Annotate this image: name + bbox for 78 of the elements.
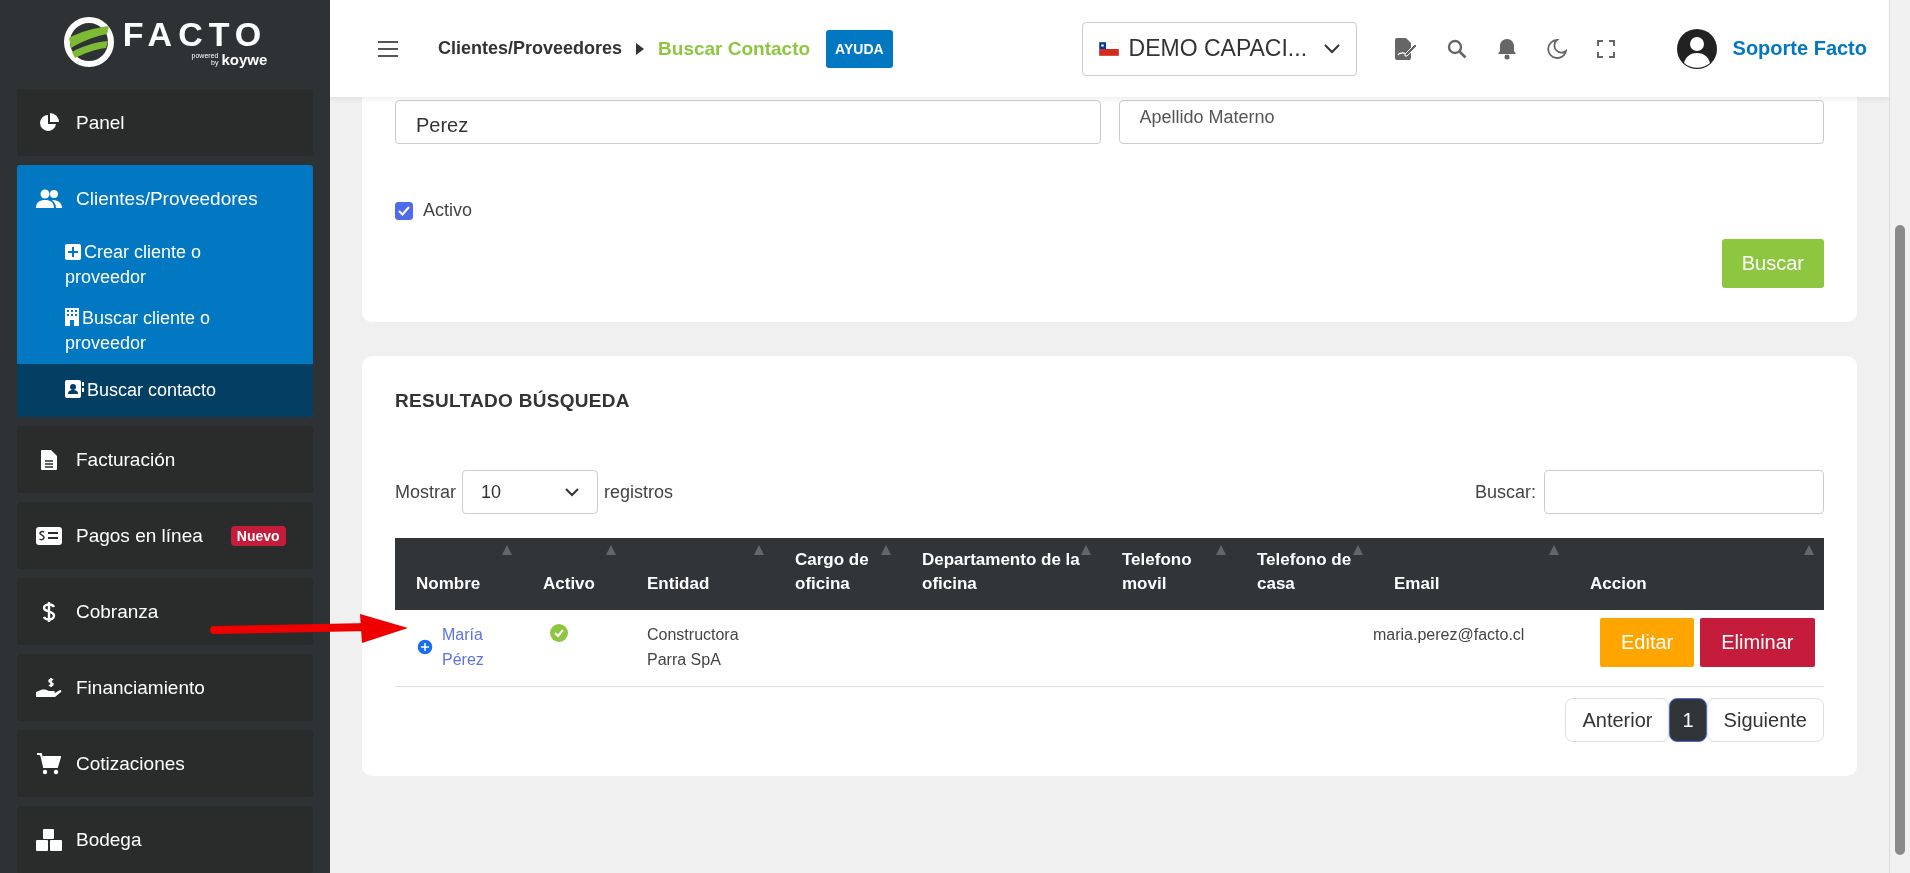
flag-icon: [1098, 41, 1119, 56]
company-select[interactable]: DEMO CAPACI...: [1081, 21, 1357, 76]
bell-icon[interactable]: [1496, 37, 1517, 60]
fullscreen-icon[interactable]: [1596, 39, 1615, 58]
contact-card-icon: [65, 380, 84, 398]
column-header[interactable]: Telefono de casa: [1236, 538, 1373, 610]
search-field[interactable]: [1544, 470, 1824, 514]
contact-name-link[interactable]: María Pérez: [442, 622, 502, 672]
breadcrumb-link[interactable]: Clientes/Proveedores: [438, 38, 623, 59]
avatar-icon[interactable]: [1676, 28, 1717, 69]
table-cell: maria.perez@facto.cl: [1373, 610, 1569, 687]
sidebar-item[interactable]: Clientes/Proveedores: [17, 165, 313, 232]
new-badge: Nuevo: [230, 525, 286, 546]
sort-icon: [1804, 545, 1814, 555]
caret-icon: [636, 42, 645, 55]
cart-icon: [37, 752, 61, 775]
building-icon: [65, 308, 79, 326]
sidebar-item[interactable]: Pagos en línea Nuevo: [17, 502, 313, 569]
delete-button[interactable]: Eliminar: [1700, 618, 1815, 667]
sidebar-item[interactable]: Panel: [17, 89, 313, 156]
document-icon: [41, 449, 57, 470]
brand-name: FACTO: [122, 16, 268, 51]
partner-name: koywe: [221, 50, 268, 68]
section-title: RESULTADO BÚSQUEDA: [395, 390, 631, 412]
column-header[interactable]: Cargo de oficina: [774, 538, 901, 610]
sort-icon: [754, 545, 764, 555]
page-size-select[interactable]: 10: [462, 470, 598, 514]
pagination-button[interactable]: Siguiente: [1706, 698, 1824, 742]
column-header[interactable]: Telefono movil: [1101, 538, 1236, 610]
chevron-icon: [1323, 43, 1340, 54]
column-header[interactable]: Email: [1373, 538, 1569, 610]
column-header[interactable]: Accion: [1569, 538, 1824, 610]
sort-icon: [1549, 545, 1559, 555]
input-field[interactable]: Apellido Materno: [1118, 100, 1824, 144]
users-icon: [36, 188, 62, 209]
menu-icon[interactable]: [378, 40, 398, 57]
swoosh-logo-icon: [62, 16, 115, 68]
search-label: Buscar:: [1474, 481, 1536, 503]
sort-icon: [1216, 545, 1226, 555]
table-cell: Constructora Parra SpA: [626, 610, 774, 687]
sort-icon: [502, 545, 512, 555]
checkbox-label: Activo: [423, 200, 473, 221]
column-header[interactable]: Entidad: [626, 538, 774, 610]
sidebar-subitem[interactable]: Buscar cliente o proveedor: [17, 298, 313, 364]
checkbox[interactable]: [395, 201, 413, 220]
pagination-button[interactable]: Anterior: [1565, 698, 1670, 742]
pie-chart-icon: [39, 112, 59, 133]
sidebar-subitem[interactable]: Buscar contacto: [17, 364, 313, 417]
pagination-button[interactable]: 1: [1669, 698, 1707, 742]
expand-row-icon[interactable]: [416, 638, 434, 656]
sort-icon: [1081, 545, 1091, 555]
dollar-icon: [42, 600, 56, 623]
column-header[interactable]: Nombre: [395, 538, 522, 610]
column-header[interactable]: Activo: [522, 538, 626, 610]
money-card-icon: [36, 526, 62, 545]
sidebar-item[interactable]: Cobranza: [17, 578, 313, 645]
column-header[interactable]: Departamento de la oficina: [901, 538, 1101, 610]
user-name[interactable]: Soporte Facto: [1732, 37, 1867, 60]
sort-icon: [606, 545, 616, 555]
plus-square-icon: [65, 244, 81, 260]
signed-document-icon[interactable]: [1394, 37, 1417, 60]
sort-icon: [1353, 545, 1363, 555]
sidebar-item[interactable]: Bodega: [17, 806, 313, 873]
chevron-icon: [565, 487, 579, 497]
records-label: registros: [604, 481, 674, 503]
moon-icon[interactable]: [1546, 38, 1567, 59]
input-field[interactable]: Perez: [395, 100, 1101, 144]
help-button[interactable]: AYUDA: [826, 29, 893, 68]
search-icon[interactable]: [1446, 38, 1467, 59]
sidebar-item[interactable]: Facturación: [17, 426, 313, 493]
sidebar-item[interactable]: Financiamiento: [17, 654, 313, 721]
sort-icon: [881, 545, 891, 555]
sidebar-item[interactable]: Cotizaciones: [17, 730, 313, 797]
boxes-icon: [36, 828, 62, 851]
show-label: Mostrar: [395, 481, 456, 503]
page-title: Buscar Contacto: [658, 37, 811, 60]
hand-dollar-icon: [36, 676, 62, 699]
sidebar-subitem[interactable]: Crear cliente o proveedor: [17, 232, 313, 298]
